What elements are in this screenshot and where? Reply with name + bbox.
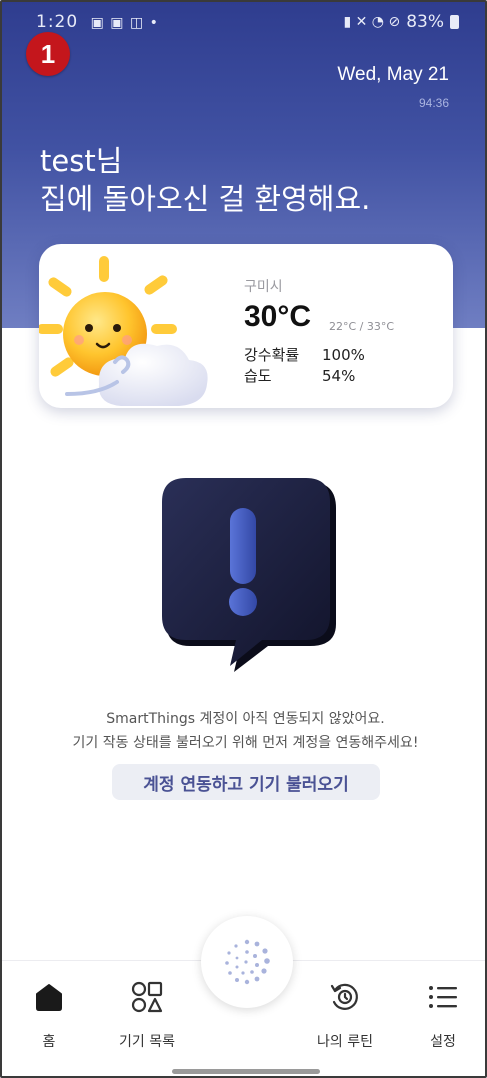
nav-routines[interactable]: 나의 루틴	[300, 977, 390, 1051]
weather-precip-row: 강수확률 100%	[244, 344, 365, 365]
precip-value: 100%	[322, 346, 365, 364]
nav-home-label: 홈	[42, 1034, 56, 1050]
link-account-button[interactable]: 계정 연동하고 기기 불러오기	[112, 764, 380, 800]
weather-humidity-row: 습도 54%	[244, 365, 355, 386]
weather-temp-range: 22°C / 33°C	[329, 320, 395, 333]
home-icon	[36, 984, 62, 1011]
notice-line-2: 기기 작동 상태를 불러오기 위해 먼저 계정을 연동해주세요!	[72, 735, 419, 751]
humidity-value: 54%	[322, 367, 356, 385]
alert-bubble-icon	[162, 478, 336, 672]
dotted-swirl-logo-icon	[225, 939, 270, 985]
nav-home[interactable]: 홈	[4, 977, 94, 1051]
notification-icons: ▣ ▣ ◫ •	[90, 15, 159, 31]
notice-line-1: SmartThings 계정이 아직 연동되지 않았어요.	[106, 711, 385, 727]
welcome-greeting: test님 집에 돌아오신 걸 환영해요.	[40, 142, 370, 218]
home-indicator-bar	[172, 1069, 320, 1074]
sunny-cloud-icon	[39, 256, 208, 406]
menu-list-icon	[429, 986, 457, 1008]
greeting-message: 집에 돌아오신 걸 환영해요.	[40, 182, 371, 216]
weather-city: 구미시	[244, 279, 283, 295]
status-right: ▮ ✕ ◔ ⊘ 83%	[343, 12, 459, 32]
nav-settings-label: 설정	[430, 1034, 456, 1050]
nav-devices[interactable]: 기기 목록	[102, 977, 192, 1051]
app-screen: 1:20 ▣ ▣ ◫ • ▮ ✕ ◔ ⊘ 83% 1 Wed, May 21 9…	[0, 0, 487, 1078]
status-bar: 1:20 ▣ ▣ ◫ • ▮ ✕ ◔ ⊘ 83%	[2, 8, 485, 38]
step-number-badge: 1	[26, 32, 70, 76]
precip-label: 강수확률	[244, 346, 300, 364]
system-status-icons: ▮ ✕ ◔ ⊘	[343, 14, 401, 30]
humidity-label: 습도	[244, 367, 272, 385]
status-time: 1:20 ▣ ▣ ◫ •	[36, 12, 159, 32]
nav-devices-label: 기기 목록	[119, 1034, 175, 1050]
shapes-icon	[131, 981, 163, 1013]
date-label: Wed, May 21	[337, 64, 449, 85]
greeting-username: test님	[40, 144, 123, 178]
clock-label: 94:36	[418, 96, 449, 110]
weather-temperature: 30°C	[244, 300, 312, 333]
center-action-button[interactable]	[201, 916, 293, 1008]
battery-icon	[450, 15, 459, 29]
weather-card[interactable]: 구미시 30°C 22°C / 33°C 강수확률 100% 습도 54%	[39, 244, 453, 408]
nav-settings[interactable]: 설정	[398, 977, 485, 1051]
status-time-text: 1:20	[36, 12, 79, 32]
routine-clock-icon	[330, 983, 358, 1010]
nav-routines-label: 나의 루틴	[317, 1034, 373, 1050]
battery-percent: 83%	[406, 12, 444, 32]
